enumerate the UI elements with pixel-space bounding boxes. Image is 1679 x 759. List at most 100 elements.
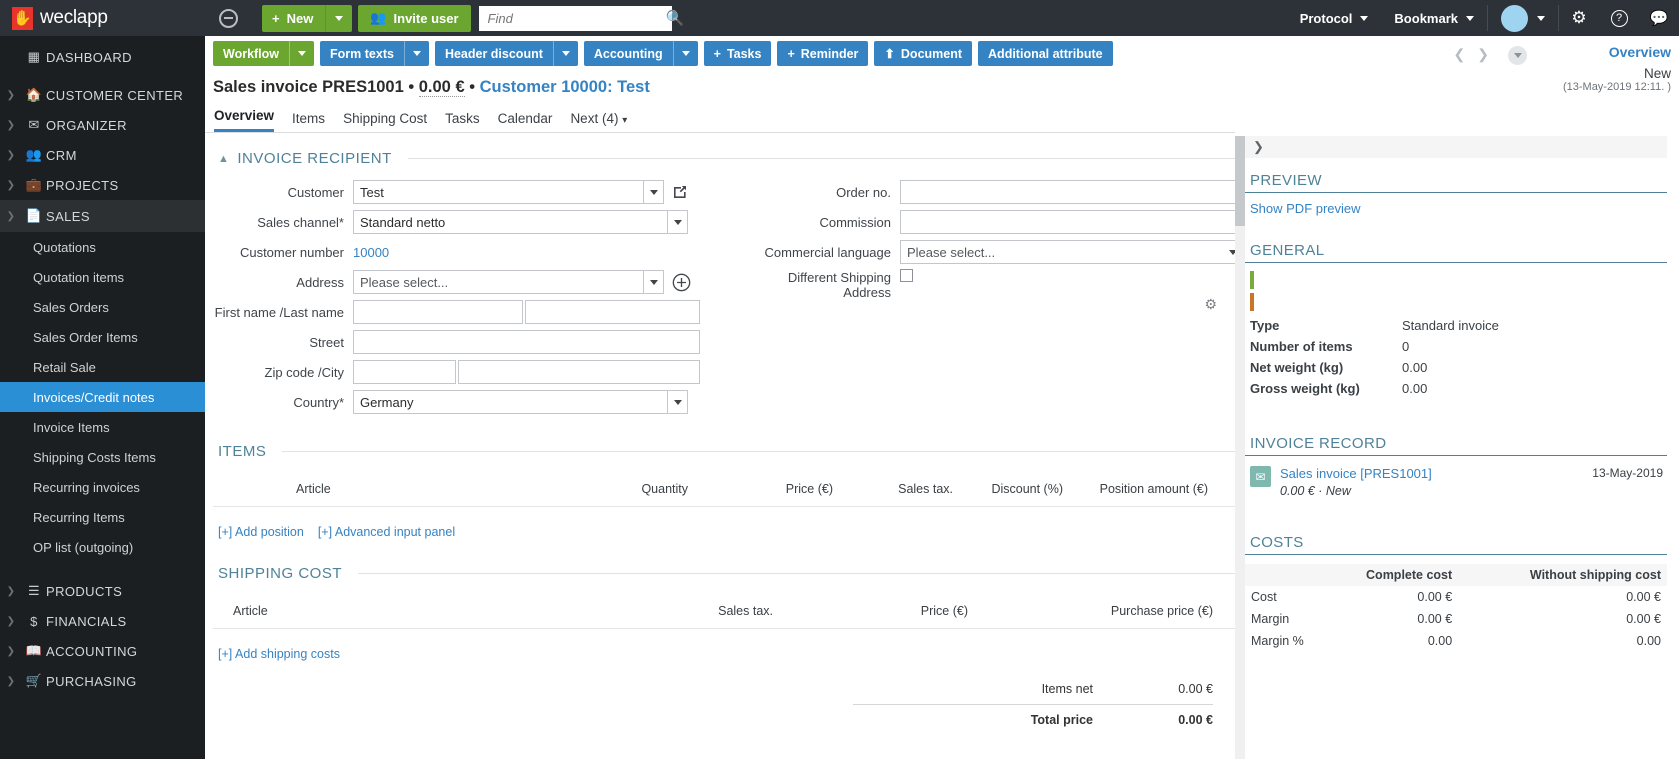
page-title-customer-link[interactable]: Customer 10000: Test xyxy=(480,78,650,96)
address-dropdown-toggle[interactable] xyxy=(644,270,664,294)
sidebar-item-sales-order-items[interactable]: Sales Order Items xyxy=(0,322,205,352)
form-texts-button[interactable]: Form texts xyxy=(320,41,429,66)
commission-input[interactable] xyxy=(900,210,1245,234)
search-box[interactable]: 🔍 xyxy=(479,6,672,31)
collapse-sidebar-icon[interactable] xyxy=(219,9,238,28)
add-address-button[interactable] xyxy=(672,273,691,292)
sales-channel-input[interactable]: Standard netto xyxy=(353,210,668,234)
customer-input[interactable]: Test xyxy=(353,180,644,204)
items-section-header[interactable]: ITEMS xyxy=(213,419,1235,460)
add-reminder-button[interactable]: +Reminder xyxy=(777,41,868,66)
sidebar-item-quotation-items[interactable]: Quotation items xyxy=(0,262,205,292)
tab-shipping-cost[interactable]: Shipping Cost xyxy=(343,111,427,132)
shipping-cost-section-header[interactable]: SHIPPING COST xyxy=(213,539,1235,582)
add-shipping-costs-link[interactable]: [+] Add shipping costs xyxy=(218,647,340,661)
header-discount-dropdown-toggle[interactable] xyxy=(553,41,578,66)
header-discount-button[interactable]: Header discount xyxy=(435,41,578,66)
search-icon[interactable]: 🔍 xyxy=(666,9,685,27)
country-input[interactable]: Germany xyxy=(353,390,668,414)
expand-panel-button[interactable]: ❯ xyxy=(1245,136,1667,158)
advanced-input-panel-link[interactable]: [+] Advanced input panel xyxy=(318,525,455,539)
invoice-record-row[interactable]: Sales invoice [PRES1001] 0.00 € · New 13… xyxy=(1245,456,1667,498)
sidebar-item-customer-center[interactable]: ❯ 🏠 CUSTOMER CENTER xyxy=(0,80,205,110)
invoice-recipient-section-header[interactable]: ▲ INVOICE RECIPIENT xyxy=(213,133,1235,167)
document-button[interactable]: ⬆Document xyxy=(874,41,972,66)
order-no-input[interactable] xyxy=(900,180,1245,204)
first-last-name-label: First name /Last name xyxy=(213,305,353,320)
customer-dropdown-toggle[interactable] xyxy=(644,180,664,204)
sidebar-item-shipping-costs-items[interactable]: Shipping Costs Items xyxy=(0,442,205,472)
sidebar-item-organizer[interactable]: ❯ ✉ ORGANIZER xyxy=(0,110,205,140)
add-tasks-button[interactable]: +Tasks xyxy=(704,41,772,66)
record-dropdown-button[interactable] xyxy=(1508,46,1527,65)
search-input[interactable] xyxy=(488,11,666,26)
additional-attribute-button[interactable]: Additional attribute xyxy=(978,41,1113,66)
scrollbar-thumb[interactable] xyxy=(1235,136,1245,226)
add-position-link[interactable]: [+] Add position xyxy=(218,525,304,539)
zip-code-input[interactable] xyxy=(353,360,456,384)
tab-next[interactable]: Next (4) ▾ xyxy=(570,111,627,132)
section-settings-gear-icon[interactable]: ⚙ xyxy=(1204,296,1217,313)
show-pdf-preview-link[interactable]: Show PDF preview xyxy=(1245,193,1667,216)
workflow-button[interactable]: Workflow xyxy=(213,41,314,66)
country-dropdown-toggle[interactable] xyxy=(668,390,688,414)
chat-button[interactable]: 💬 xyxy=(1639,9,1679,27)
sidebar-item-accounting[interactable]: ❯ 📖 ACCOUNTING xyxy=(0,636,205,666)
brand-logo[interactable]: ✋ weclapp xyxy=(0,7,205,30)
accounting-dropdown-toggle[interactable] xyxy=(673,41,698,66)
overview-link[interactable]: Overview xyxy=(1609,44,1671,60)
new-dropdown-toggle[interactable] xyxy=(325,5,352,32)
protocol-menu[interactable]: Protocol xyxy=(1287,11,1382,26)
address-input[interactable]: Please select... xyxy=(353,270,644,294)
last-name-input[interactable] xyxy=(525,300,700,324)
sidebar-item-projects[interactable]: ❯ 💼 PROJECTS xyxy=(0,170,205,200)
top-bar: ✋ weclapp +New 👥 Invite user 🔍 Protocol … xyxy=(0,0,1679,36)
city-input[interactable] xyxy=(458,360,700,384)
sidebar-item-crm[interactable]: ❯ 👥 CRM xyxy=(0,140,205,170)
sidebar-item-invoices-credit-notes[interactable]: Invoices/Credit notes xyxy=(0,382,205,412)
sidebar-item-recurring-invoices[interactable]: Recurring invoices xyxy=(0,472,205,502)
tab-items[interactable]: Items xyxy=(292,111,325,132)
chevron-left-icon[interactable]: ❮ xyxy=(1454,46,1466,63)
sidebar-item-products[interactable]: ❯ ☰ PRODUCTS xyxy=(0,576,205,606)
first-name-input[interactable] xyxy=(353,300,523,324)
tab-label: Calendar xyxy=(498,111,553,126)
chevron-right-icon[interactable]: ❯ xyxy=(1477,46,1489,63)
sidebar-item-invoice-items[interactable]: Invoice Items xyxy=(0,412,205,442)
sidebar-item-op-list-outgoing[interactable]: OP list (outgoing) xyxy=(0,532,205,562)
sidebar-item-sales[interactable]: ❯ 📄 SALES xyxy=(0,200,205,232)
sidebar-item-retail-sale[interactable]: Retail Sale xyxy=(0,352,205,382)
sidebar[interactable]: ▦ DASHBOARD ❯ 🏠 CUSTOMER CENTER ❯ ✉ ORGA… xyxy=(0,36,205,759)
open-customer-button[interactable] xyxy=(672,184,688,200)
tab-tasks[interactable]: Tasks xyxy=(445,111,480,132)
sidebar-item-purchasing[interactable]: ❯ 🛒 PURCHASING xyxy=(0,666,205,696)
new-button[interactable]: +New xyxy=(262,5,352,32)
tab-calendar[interactable]: Calendar xyxy=(498,111,553,132)
customer-number-link[interactable]: 10000 xyxy=(353,245,389,260)
tab-label: Overview xyxy=(214,108,274,123)
field-customer-number: Customer number 10000 xyxy=(213,239,700,265)
workflow-dropdown-toggle[interactable] xyxy=(289,41,314,66)
right-panel-scrollbar[interactable] xyxy=(1235,136,1245,759)
settings-button[interactable]: ⚙ xyxy=(1559,8,1599,28)
sidebar-item-sales-orders[interactable]: Sales Orders xyxy=(0,292,205,322)
sidebar-item-quotations[interactable]: Quotations xyxy=(0,232,205,262)
user-menu[interactable] xyxy=(1488,5,1558,32)
commercial-language-input[interactable]: Please select... xyxy=(900,240,1245,264)
invoice-record-link[interactable]: Sales invoice [PRES1001] xyxy=(1280,466,1583,481)
bookmark-menu[interactable]: Bookmark xyxy=(1381,11,1487,26)
street-input[interactable] xyxy=(353,330,700,354)
help-button[interactable]: ? xyxy=(1599,10,1639,27)
help-icon: ? xyxy=(1611,10,1628,27)
form-texts-dropdown-toggle[interactable] xyxy=(404,41,429,66)
different-shipping-checkbox[interactable] xyxy=(900,269,913,282)
sidebar-item-recurring-items[interactable]: Recurring Items xyxy=(0,502,205,532)
general-status-bars xyxy=(1245,263,1667,311)
items-col-quantity: Quantity xyxy=(498,482,688,496)
sidebar-item-dashboard[interactable]: ▦ DASHBOARD xyxy=(0,42,205,72)
tab-overview[interactable]: Overview xyxy=(214,108,274,132)
invite-user-button[interactable]: 👥 Invite user xyxy=(358,5,470,32)
accounting-button[interactable]: Accounting xyxy=(584,41,698,66)
sidebar-item-financials[interactable]: ❯ $ FINANCIALS xyxy=(0,606,205,636)
sales-channel-dropdown-toggle[interactable] xyxy=(668,210,688,234)
